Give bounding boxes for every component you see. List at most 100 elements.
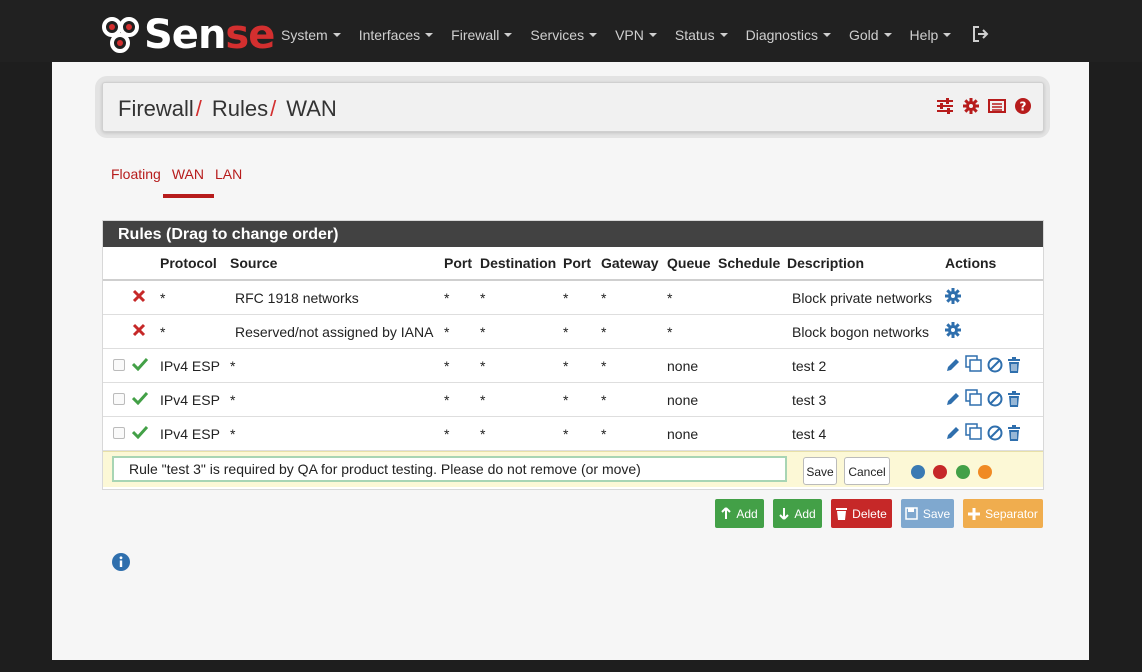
gear-icon[interactable] [963,98,979,119]
nav-firewall[interactable]: Firewall [442,22,521,48]
cell-queue: none [664,382,715,417]
col-status [129,247,157,281]
info-icon[interactable] [112,553,130,576]
col-protocol: Protocol [157,247,227,281]
separator-cancel-button[interactable]: Cancel [844,457,890,485]
edit-pencil-icon[interactable] [945,427,961,444]
panel-title: Rules (Drag to change order) [103,221,1043,247]
tab-lan[interactable]: LAN [215,166,242,182]
tab-floating[interactable]: Floating [111,166,161,182]
pass-check-icon [129,416,157,451]
cell-destination: * [477,280,560,315]
caret-icon [425,33,434,37]
row-checkbox[interactable] [103,348,129,383]
cell-schedule [715,280,784,315]
edit-pencil-icon[interactable] [945,393,961,410]
table-row[interactable]: IPv4 ESP * * * * * none test 4 [103,416,1043,451]
trash-icon[interactable] [1007,391,1021,410]
pfsense-logo-icon [102,17,139,53]
settings-gear-icon[interactable] [942,280,1043,315]
color-orange-dot[interactable] [978,465,992,479]
cell-protocol: IPv4 ESP [157,416,227,451]
nav-vpn[interactable]: VPN [606,22,666,48]
cell-description: test 4 [784,416,942,451]
add-bottom-button[interactable]: Add [773,499,822,528]
breadcrumb-firewall[interactable]: Firewall [118,96,194,122]
copy-icon[interactable] [965,389,983,410]
color-green-dot[interactable] [956,465,970,479]
breadcrumb-rules[interactable]: Rules [212,96,268,122]
cell-destination: * [477,416,560,451]
table-row[interactable]: * RFC 1918 networks * * * * * Block priv… [103,280,1043,315]
row-checkbox[interactable] [103,416,129,451]
nav-gold[interactable]: Gold [840,22,901,48]
nav-diagnostics[interactable]: Diagnostics [737,22,840,48]
separator-save-button[interactable]: Save [803,457,837,485]
disable-icon[interactable] [987,425,1003,444]
col-schedule: Schedule [715,247,784,281]
separator-editor: Save Cancel [103,451,1043,487]
cell-destination: * [477,348,560,383]
table-row[interactable]: IPv4 ESP * * * * * none test 2 [103,348,1043,383]
color-red-dot[interactable] [933,465,947,479]
logo-text: Sense [144,12,275,58]
cell-gateway: * [598,348,664,383]
cell-source: * [227,382,441,417]
row-checkbox[interactable] [103,382,129,417]
nav-help[interactable]: Help [901,22,961,48]
nav-services[interactable]: Services [521,22,606,48]
caret-icon [648,33,657,37]
cell-description: Block bogon networks [784,314,942,349]
nav-interfaces[interactable]: Interfaces [350,22,442,48]
pass-check-icon [129,348,157,383]
arrow-down-icon [779,508,790,520]
copy-icon[interactable] [965,423,983,444]
cell-protocol: IPv4 ESP [157,348,227,383]
cell-schedule [715,382,784,417]
cell-src-port: * [441,314,477,349]
disable-icon[interactable] [987,391,1003,410]
disable-icon[interactable] [987,357,1003,376]
cell-protocol: IPv4 ESP [157,382,227,417]
copy-icon[interactable] [965,355,983,376]
row-actions [942,382,1043,417]
cell-destination: * [477,314,560,349]
save-button[interactable]: Save [901,499,954,528]
pfsense-logo[interactable]: Sense [102,12,275,58]
breadcrumb-wan: WAN [286,96,337,121]
tab-wan[interactable]: WAN [162,166,215,198]
cell-gateway: * [598,416,664,451]
sliders-icon[interactable] [936,98,954,119]
caret-icon [719,33,728,37]
help-icon[interactable]: ? [1015,98,1031,119]
settings-gear-icon[interactable] [942,314,1043,349]
cell-source: * [227,348,441,383]
delete-button[interactable]: Delete [831,499,892,528]
color-blue-dot[interactable] [911,465,925,479]
row-actions [942,416,1043,451]
col-source: Source [227,247,441,281]
table-row[interactable]: IPv4 ESP * * * * * none test 3 [103,382,1043,417]
table-header-row: Protocol Source Port Destination Port Ga… [103,247,1043,281]
trash-icon[interactable] [1007,357,1021,376]
col-select [103,247,129,281]
col-dst-port: Port [560,247,598,281]
table-row[interactable]: * Reserved/not assigned by IANA * * * * … [103,314,1043,349]
nav-status[interactable]: Status [666,22,737,48]
edit-pencil-icon[interactable] [945,359,961,376]
logout-icon[interactable] [972,26,990,47]
svg-text:?: ? [1020,100,1027,114]
cell-destination: * [477,382,560,417]
block-icon [129,314,157,349]
nav-system[interactable]: System [272,22,350,48]
cell-schedule [715,348,784,383]
cell-dst-port: * [560,280,598,315]
row-select-empty [103,280,129,315]
caret-icon [504,33,513,37]
add-top-button[interactable]: Add [715,499,764,528]
cell-description: Block private networks [784,280,942,315]
separator-text-input[interactable] [112,456,787,482]
add-separator-button[interactable]: Separator [963,499,1043,528]
log-table-icon[interactable] [988,98,1006,119]
trash-icon[interactable] [1007,425,1021,444]
